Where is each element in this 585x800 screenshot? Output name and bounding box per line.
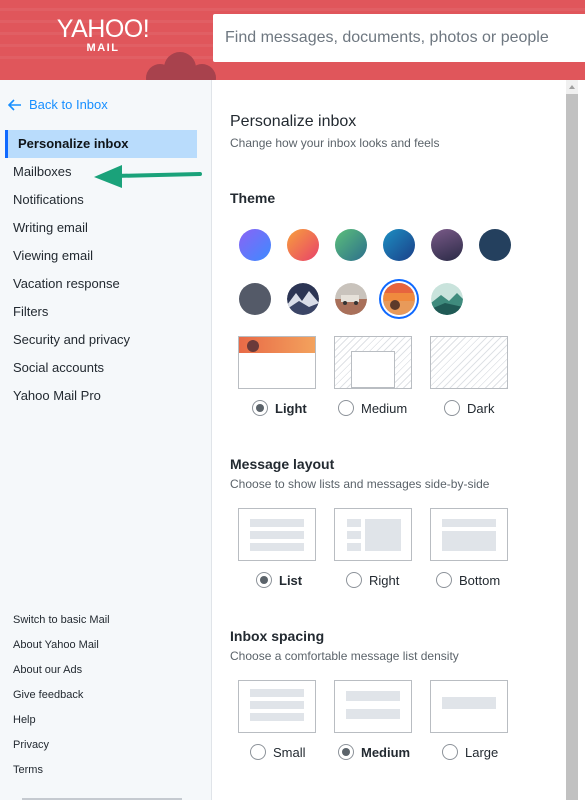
sidebar-item-writing-email[interactable]: Writing email	[0, 214, 212, 242]
spacing-option-large-label: Large	[465, 744, 499, 760]
theme-swatch-green[interactable]	[335, 229, 367, 261]
spacing-option-large[interactable]: Large	[442, 744, 498, 760]
footer-link-give-feedback[interactable]: Give feedback	[13, 685, 110, 710]
search-box[interactable]	[213, 14, 585, 62]
theme-swatch-sunset[interactable]	[383, 283, 415, 315]
layout-option-bottom-label: Bottom	[459, 572, 501, 588]
theme-swatch-blue[interactable]	[383, 229, 415, 261]
radio-spacing-medium[interactable]	[338, 744, 354, 760]
radio-dark[interactable]	[444, 400, 460, 416]
sidebar-item-social-accounts[interactable]: Social accounts	[0, 354, 212, 382]
sidebar-item-vacation-response[interactable]: Vacation response	[0, 270, 212, 298]
page-subtitle: Change how your inbox looks and feels	[230, 136, 440, 150]
theme-swatch-navy[interactable]	[479, 229, 511, 261]
radio-right[interactable]	[346, 572, 362, 588]
theme-mode-dark[interactable]: Dark	[444, 400, 494, 416]
footer-links: Switch to basic Mail About Yahoo Mail Ab…	[13, 610, 110, 785]
footer-link-help[interactable]: Help	[13, 710, 110, 735]
logo-word: YAHOO!	[56, 15, 150, 43]
radio-light[interactable]	[252, 400, 268, 416]
footer-link-privacy[interactable]: Privacy	[13, 735, 110, 760]
theme-swatch-orange[interactable]	[287, 229, 319, 261]
spacing-preview-small[interactable]	[238, 680, 316, 733]
layout-preview-right[interactable]	[334, 508, 412, 561]
layout-option-bottom[interactable]: Bottom	[436, 572, 500, 588]
back-label: Back to Inbox	[29, 97, 108, 112]
spacing-preview-medium[interactable]	[334, 680, 412, 733]
footer-link-about-ads[interactable]: About our Ads	[13, 660, 110, 685]
message-layout-title: Message layout	[230, 456, 335, 472]
theme-swatch-dusk[interactable]	[431, 229, 463, 261]
theme-swatch-violet[interactable]	[239, 229, 271, 261]
theme-mode-medium-label: Medium	[361, 400, 408, 416]
theme-swatch-night-mountains[interactable]	[287, 283, 319, 315]
cloud-decoration-icon	[146, 52, 216, 80]
radio-list[interactable]	[256, 572, 272, 588]
footer-link-switch-to-basic[interactable]: Switch to basic Mail	[13, 610, 110, 635]
theme-swatch-desert[interactable]	[335, 283, 367, 315]
inbox-spacing-title: Inbox spacing	[230, 628, 325, 644]
preview-pane	[351, 351, 395, 388]
layout-option-list-label: List	[279, 572, 303, 588]
arrow-left-icon	[8, 98, 21, 111]
layout-preview-bottom[interactable]	[430, 508, 508, 561]
layout-option-right[interactable]: Right	[346, 572, 399, 588]
radio-large[interactable]	[442, 744, 458, 760]
layout-preview-list[interactable]	[238, 508, 316, 561]
theme-mode-dark-label: Dark	[467, 400, 495, 416]
scrollbar-thumb[interactable]	[566, 94, 578, 800]
layout-option-list[interactable]: List	[256, 572, 302, 588]
spacing-preview-large[interactable]	[430, 680, 508, 733]
theme-title: Theme	[230, 190, 276, 206]
annotation-arrow-icon	[94, 165, 202, 188]
preview-tree	[247, 340, 259, 352]
theme-swatch-slate[interactable]	[239, 283, 271, 315]
sidebar-item-filters[interactable]: Filters	[0, 298, 212, 326]
theme-preview-light[interactable]	[238, 336, 316, 389]
search-input[interactable]	[225, 29, 585, 47]
settings-sidebar: Back to Inbox Personalize inbox Mailboxe…	[0, 80, 212, 800]
sidebar-item-security-and-privacy[interactable]: Security and privacy	[0, 326, 212, 354]
page-title: Personalize inbox	[230, 113, 357, 130]
theme-preview-dark[interactable]	[430, 336, 508, 389]
radio-small[interactable]	[250, 744, 266, 760]
spacing-option-medium[interactable]: Medium	[338, 744, 410, 760]
theme-mode-medium[interactable]: Medium	[338, 400, 407, 416]
radio-medium[interactable]	[338, 400, 354, 416]
sidebar-item-yahoo-mail-pro[interactable]: Yahoo Mail Pro	[0, 382, 212, 410]
spacing-option-medium-label: Medium	[361, 744, 411, 760]
header-stripe	[0, 8, 585, 11]
sidebar-item-notifications[interactable]: Notifications	[0, 186, 212, 214]
footer-link-about-yahoo-mail[interactable]: About Yahoo Mail	[13, 635, 110, 660]
theme-mode-light-label: Light	[275, 400, 307, 416]
spacing-option-small[interactable]: Small	[250, 744, 306, 760]
yahoo-mail-logo[interactable]: YAHOO! MAIL	[48, 16, 158, 54]
layout-option-right-label: Right	[369, 572, 400, 588]
footer-link-terms[interactable]: Terms	[13, 760, 110, 785]
sidebar-item-viewing-email[interactable]: Viewing email	[0, 242, 212, 270]
spacing-option-small-label: Small	[273, 744, 306, 760]
back-to-inbox-link[interactable]: Back to Inbox	[8, 97, 108, 112]
radio-bottom[interactable]	[436, 572, 452, 588]
theme-mode-light[interactable]: Light	[252, 400, 307, 416]
message-layout-subtitle: Choose to show lists and messages side-b…	[230, 477, 490, 491]
sidebar-item-personalize-inbox[interactable]: Personalize inbox	[5, 130, 197, 158]
theme-swatch-teal-mountains[interactable]	[431, 283, 463, 315]
scroll-up-button[interactable]	[566, 80, 578, 94]
theme-preview-medium[interactable]	[334, 336, 412, 389]
inbox-spacing-subtitle: Choose a comfortable message list densit…	[230, 649, 459, 663]
